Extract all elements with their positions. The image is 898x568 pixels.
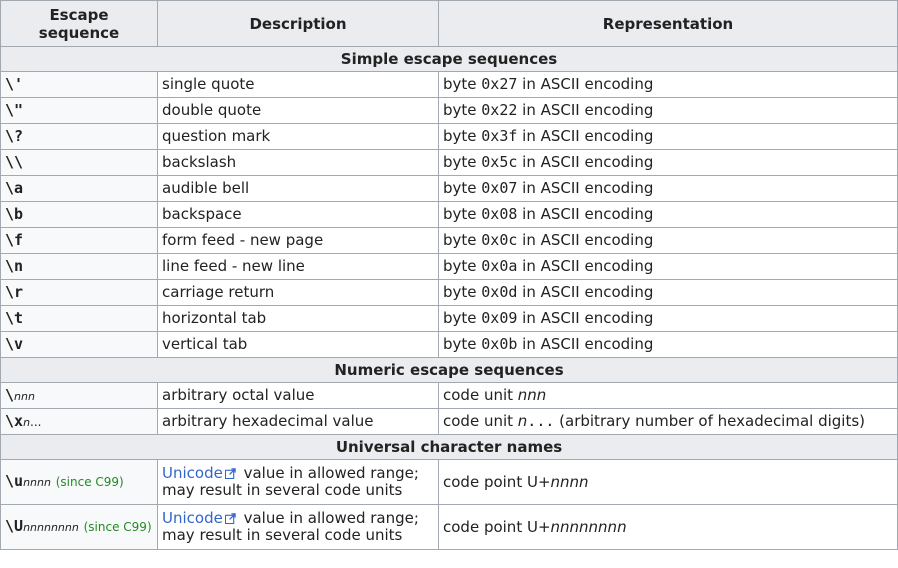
representation-cell: byte 0x0c in ASCII encoding: [438, 227, 898, 254]
table-row: \r carriage return byte 0x0d in ASCII enco…: [0, 279, 898, 306]
table-row-u8: \Unnnnnnnn (since C99) Unicode value in …: [0, 504, 898, 550]
representation-cell: byte 0x27 in ASCII encoding: [438, 71, 898, 98]
header-escape-sequence: Escape sequence: [0, 0, 158, 47]
escape-seq-cell: \unnnn (since C99): [0, 459, 158, 505]
description-cell: double quote: [157, 97, 439, 124]
table-row: \? question mark byte 0x3f in ASCII encodi…: [0, 123, 898, 150]
representation-cell: byte 0x0d in ASCII encoding: [438, 279, 898, 306]
section-title-numeric: Numeric escape sequences: [0, 357, 898, 383]
representation-cell: byte 0x08 in ASCII encoding: [438, 201, 898, 228]
table-row-octal: \nnn arbitrary octal value code unit nnn: [0, 382, 898, 409]
table-row: \v vertical tab byte 0x0b in ASCII encodin…: [0, 331, 898, 358]
section-row-universal: Universal character names: [0, 434, 898, 460]
table-row: \t horizontal tab byte 0x09 in ASCII encod…: [0, 305, 898, 332]
table-row: \b backspace byte 0x08 in ASCII encoding: [0, 201, 898, 228]
escape-seq-cell: \t: [0, 305, 158, 332]
section-title-simple: Simple escape sequences: [0, 46, 898, 72]
section-row-simple: Simple escape sequences: [0, 46, 898, 72]
representation-cell: byte 0x09 in ASCII encoding: [438, 305, 898, 332]
representation-cell: byte 0x22 in ASCII encoding: [438, 97, 898, 124]
escape-seq-cell: \\: [0, 149, 158, 176]
escape-seq-cell: \': [0, 71, 158, 98]
representation-cell: code point U+nnnnnnnn: [438, 504, 898, 550]
section-row-numeric: Numeric escape sequences: [0, 357, 898, 383]
since-badge: (since C99): [83, 520, 152, 534]
description-cell: audible bell: [157, 175, 439, 202]
header-description: Description: [157, 0, 439, 47]
escape-seq-cell: \b: [0, 201, 158, 228]
table-row-u4: \unnnn (since C99) Unicode value in allo…: [0, 459, 898, 505]
escape-seq-cell: \Unnnnnnnn (since C99): [0, 504, 158, 550]
escape-seq-cell: \?: [0, 123, 158, 150]
description-cell: line feed - new line: [157, 253, 439, 280]
description-cell: form feed - new page: [157, 227, 439, 254]
representation-cell: byte 0x3f in ASCII encoding: [438, 123, 898, 150]
representation-cell: byte 0x0b in ASCII encoding: [438, 331, 898, 358]
table-row-hex: \xn... arbitrary hexadecimal value code …: [0, 408, 898, 435]
escape-seq-cell: \n: [0, 253, 158, 280]
escape-seq-cell: \": [0, 97, 158, 124]
representation-cell: code unit nnn: [438, 382, 898, 409]
description-cell: question mark: [157, 123, 439, 150]
external-link-icon[interactable]: [224, 468, 236, 479]
section-title-universal: Universal character names: [0, 434, 898, 460]
since-badge: (since C99): [55, 475, 124, 489]
description-cell: horizontal tab: [157, 305, 439, 332]
table-row: \a audible bell byte 0x07 in ASCII encodin…: [0, 175, 898, 202]
external-link-icon[interactable]: [224, 513, 236, 524]
representation-cell: code point U+nnnn: [438, 459, 898, 505]
representation-cell: byte 0x07 in ASCII encoding: [438, 175, 898, 202]
description-cell: Unicode value in allowed range; may resul…: [157, 504, 439, 550]
description-cell: Unicode value in allowed range; may resul…: [157, 459, 439, 505]
escape-seq-cell: \xn...: [0, 408, 158, 435]
table-header-row: Escape sequence Description Representati…: [0, 0, 898, 47]
table-row: \n line feed - new line byte 0x0a in ASCII…: [0, 253, 898, 280]
description-cell: arbitrary octal value: [157, 382, 439, 409]
escape-seq-cell: \a: [0, 175, 158, 202]
table-row: \' single quote byte 0x27 in ASCII encodin…: [0, 71, 898, 98]
escape-seq-cell: \v: [0, 331, 158, 358]
escape-seq-cell: \nnn: [0, 382, 158, 409]
description-cell: backslash: [157, 149, 439, 176]
table-row: \f form feed - new page byte 0x0c in ASCII…: [0, 227, 898, 254]
escape-seq-cell: \r: [0, 279, 158, 306]
unicode-link[interactable]: Unicode: [162, 509, 223, 527]
escape-seq-cell: \f: [0, 227, 158, 254]
description-cell: carriage return: [157, 279, 439, 306]
representation-cell: byte 0x0a in ASCII encoding: [438, 253, 898, 280]
description-cell: single quote: [157, 71, 439, 98]
header-representation: Representation: [438, 0, 898, 47]
representation-cell: byte 0x5c in ASCII encoding: [438, 149, 898, 176]
description-cell: backspace: [157, 201, 439, 228]
table-row: \\ backslash byte 0x5c in ASCII encoding: [0, 149, 898, 176]
escape-sequences-table: Escape sequence Description Representati…: [0, 0, 898, 550]
description-cell: arbitrary hexadecimal value: [157, 408, 439, 435]
unicode-link[interactable]: Unicode: [162, 464, 223, 482]
description-cell: vertical tab: [157, 331, 439, 358]
representation-cell: code unit n... (arbitrary number of hexa…: [438, 408, 898, 435]
table-row: \" double quote byte 0x22 in ASCII encodin…: [0, 97, 898, 124]
